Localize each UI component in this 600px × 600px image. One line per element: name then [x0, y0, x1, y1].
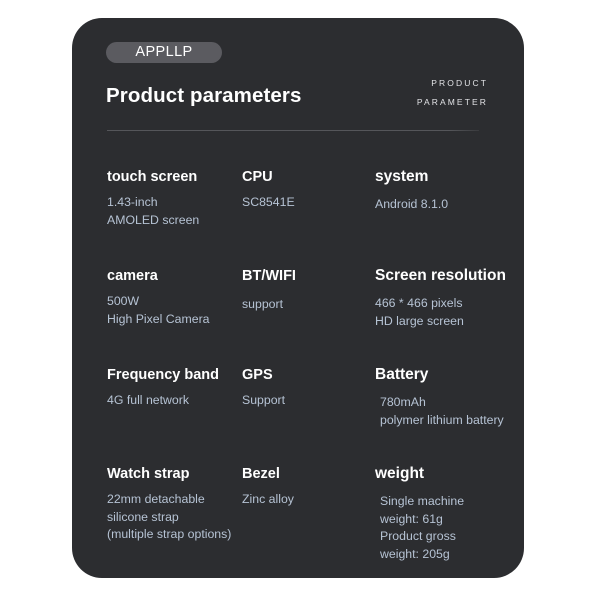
spec-label: Battery — [375, 366, 429, 383]
eyebrow-label: PRODUCT PARAMETER — [417, 74, 488, 112]
spec-item-screen-resolution: Screen resolution 466 * 466 pixels HD la… — [375, 267, 524, 330]
spec-label: BT/WIFI — [242, 268, 296, 284]
spec-row: touch screen 1.43-inch AMOLED screen CPU… — [72, 168, 524, 267]
spec-label: system — [375, 168, 429, 185]
spec-value: Support — [242, 393, 286, 407]
header-divider — [107, 130, 479, 131]
spec-value: Zinc alloy — [242, 492, 294, 506]
spec-item-bt-wifi: BT/WIFI support — [242, 267, 367, 314]
spec-item-cpu: CPU SC8541E — [242, 168, 367, 212]
spec-value: Single machine weight: 61g Product gross… — [380, 494, 465, 561]
spec-item-bezel: Bezel Zinc alloy — [242, 465, 367, 509]
spec-value: SC8541E — [242, 195, 295, 209]
spec-grid: touch screen 1.43-inch AMOLED screen CPU… — [72, 168, 524, 561]
spec-item-system: system Android 8.1.0 — [375, 168, 524, 214]
spec-value: Android 8.1.0 — [375, 197, 449, 211]
spec-label: CPU — [242, 169, 273, 185]
spec-label: Screen resolution — [375, 267, 506, 284]
eyebrow-line-1: PRODUCT — [431, 78, 488, 88]
spec-label: GPS — [242, 367, 273, 383]
product-parameters-card: APPLLP Product parameters PRODUCT PARAME… — [72, 18, 524, 578]
spec-value: 466 * 466 pixels HD large screen — [375, 296, 464, 328]
spec-item-battery: Battery 780mAh polymer lithium battery — [375, 366, 524, 429]
spec-item-gps: GPS Support — [242, 366, 367, 410]
spec-value: support — [242, 297, 284, 311]
page-title: Product parameters — [106, 84, 302, 107]
spec-item-weight: weight Single machine weight: 61g Produc… — [375, 465, 524, 563]
spec-label: weight — [375, 465, 425, 482]
spec-row: Frequency band 4G full network GPS Suppo… — [72, 366, 524, 465]
brand-badge: APPLLP — [106, 42, 222, 63]
spec-row: camera 500W High Pixel Camera BT/WIFI su… — [72, 267, 524, 366]
eyebrow-line-2: PARAMETER — [416, 97, 488, 107]
spec-label: Bezel — [242, 466, 280, 482]
spec-value: 780mAh polymer lithium battery — [380, 395, 504, 427]
